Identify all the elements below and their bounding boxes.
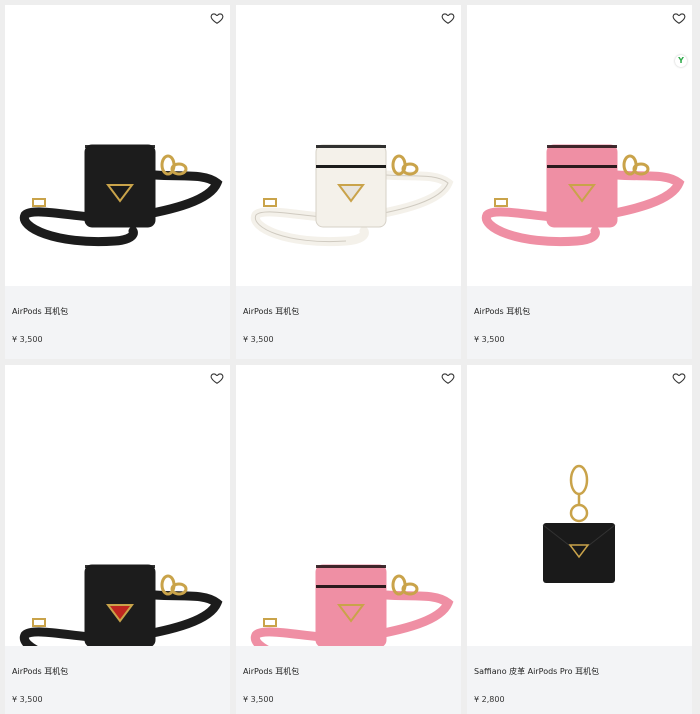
product-price: ¥ 2,800: [474, 695, 505, 704]
product-image-area[interactable]: [5, 5, 230, 286]
lid-trim: [316, 585, 386, 588]
lid-trim: [85, 585, 155, 588]
heart-outline-icon[interactable]: [441, 371, 455, 385]
heart-outline-icon[interactable]: [672, 11, 686, 25]
product-image-area[interactable]: [467, 365, 692, 646]
product-image[interactable]: [467, 5, 692, 286]
product-price: ¥ 3,500: [243, 695, 274, 704]
product-title[interactable]: Saffiano 皮革 AirPods Pro 耳机包: [474, 666, 599, 677]
product-title[interactable]: AirPods 耳机包: [243, 666, 299, 677]
product-grid: AirPods 耳机包 ¥ 3,500 AirPods 耳机包 ¥ 3,500 …: [5, 5, 693, 714]
product-image-area[interactable]: [236, 365, 461, 646]
buckle: [263, 618, 277, 627]
lid-trim: [85, 165, 155, 168]
top-trim: [85, 565, 155, 568]
top-trim: [547, 145, 617, 148]
product-price: ¥ 3,500: [474, 335, 505, 344]
buckle: [32, 618, 46, 627]
lid-trim: [316, 165, 386, 168]
product-image-area[interactable]: [236, 5, 461, 286]
airpods-case-illustration: [19, 564, 223, 646]
airpods-case-illustration: [481, 144, 685, 247]
product-title[interactable]: AirPods 耳机包: [243, 306, 299, 317]
heart-outline-icon[interactable]: [672, 371, 686, 385]
top-trim: [316, 565, 386, 568]
product-card[interactable]: AirPods 耳机包 ¥ 3,500: [5, 5, 230, 359]
product-image[interactable]: [236, 5, 461, 286]
product-image[interactable]: [5, 365, 230, 646]
product-title[interactable]: AirPods 耳机包: [12, 306, 68, 317]
product-price: ¥ 3,500: [243, 335, 274, 344]
buckle: [263, 198, 277, 207]
top-trim: [316, 145, 386, 148]
top-trim: [85, 145, 155, 148]
y-badge-icon[interactable]: Y: [675, 55, 687, 67]
product-image[interactable]: [5, 5, 230, 286]
product-image-area[interactable]: [5, 365, 230, 646]
product-title[interactable]: AirPods 耳机包: [474, 306, 530, 317]
product-image[interactable]: [467, 365, 692, 646]
product-price: ¥ 3,500: [12, 695, 43, 704]
product-card[interactable]: AirPods 耳机包 ¥ 3,500: [236, 5, 461, 359]
product-card[interactable]: Saffiano 皮革 AirPods Pro 耳机包 ¥ 2,800: [467, 365, 692, 714]
airpods-case-illustration: [250, 564, 454, 646]
pouch-illustration: [542, 464, 616, 583]
heart-outline-icon[interactable]: [210, 11, 224, 25]
heart-outline-icon[interactable]: [441, 11, 455, 25]
buckle: [494, 198, 508, 207]
clasp: [569, 464, 589, 496]
product-image[interactable]: [236, 365, 461, 646]
key-ring: [569, 503, 589, 523]
lid-trim: [547, 165, 617, 168]
product-card[interactable]: AirPods 耳机包 ¥ 3,500: [236, 365, 461, 714]
product-card[interactable]: AirPods 耳机包 ¥ 3,500: [5, 365, 230, 714]
heart-outline-icon[interactable]: [210, 371, 224, 385]
product-price: ¥ 3,500: [12, 335, 43, 344]
airpods-case-illustration: [19, 144, 223, 247]
product-image-area[interactable]: Y: [467, 5, 692, 286]
product-card[interactable]: Y AirPods 耳机包 ¥ 3,500: [467, 5, 692, 359]
airpods-case-illustration: [250, 144, 454, 247]
product-title[interactable]: AirPods 耳机包: [12, 666, 68, 677]
buckle: [32, 198, 46, 207]
